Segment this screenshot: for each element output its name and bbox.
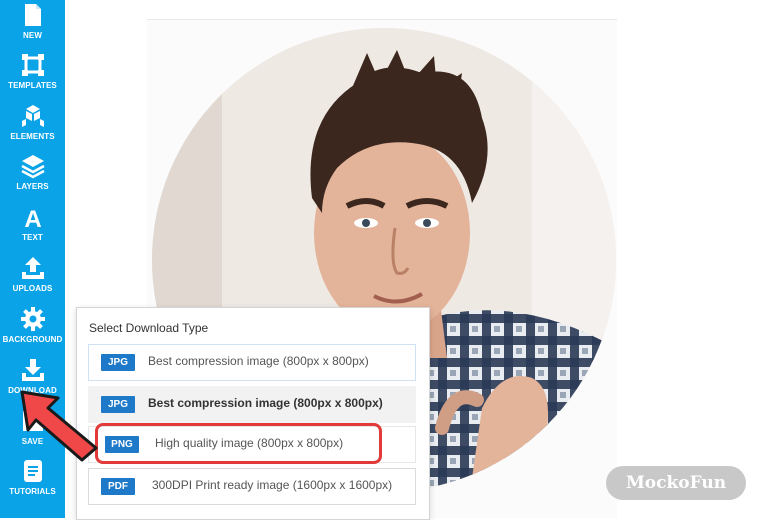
option-label: Best compression image (800px x 800px) — [148, 396, 383, 410]
format-badge: PDF — [101, 478, 135, 495]
text-icon: A — [24, 206, 41, 230]
sidebar-item-label: ELEMENTS — [10, 132, 55, 141]
download-option-pdf[interactable]: PDF 300DPI Print ready image (1600px x 1… — [88, 468, 416, 505]
gear-icon — [20, 307, 45, 331]
templates-icon — [21, 54, 44, 76]
png-option-highlight — [95, 423, 382, 464]
upload-icon — [21, 257, 44, 279]
sidebar-item-uploads[interactable]: UPLOADS — [0, 255, 65, 305]
elements-icon — [21, 105, 44, 127]
sidebar-item-label: TEMPLATES — [8, 81, 57, 90]
sidebar-item-label: TEXT — [22, 233, 43, 242]
format-badge: JPG — [101, 354, 135, 371]
sidebar-item-tutorials[interactable]: TUTORIALS — [0, 458, 65, 508]
sidebar-item-label: BACKGROUND — [2, 335, 63, 344]
svg-text:A: A — [24, 206, 41, 230]
download-option-jpg-hover[interactable]: JPG Best compression image (800px x 800p… — [88, 386, 416, 423]
watermark-logo: MockoFun — [606, 466, 746, 500]
sidebar-item-background[interactable]: BACKGROUND — [0, 306, 65, 356]
new-file-icon — [24, 4, 41, 26]
layers-icon — [20, 155, 45, 179]
sidebar-item-text[interactable]: A TEXT — [0, 204, 65, 254]
sidebar-item-elements[interactable]: ELEMENTS — [0, 103, 65, 153]
sidebar-item-label: UPLOADS — [12, 284, 53, 293]
sidebar-item-new[interactable]: NEW — [0, 2, 65, 52]
sidebar-item-label: LAYERS — [16, 182, 49, 191]
download-option-jpg[interactable]: JPG Best compression image (800px x 800p… — [88, 344, 416, 381]
option-label: Best compression image (800px x 800px) — [148, 354, 369, 368]
menu-title: Select Download Type — [89, 321, 209, 335]
download-type-menu: Select Download Type JPG Best compressio… — [76, 307, 430, 520]
download-icon — [21, 359, 44, 381]
sidebar-item-layers[interactable]: LAYERS — [0, 153, 65, 203]
sidebar-item-templates[interactable]: TEMPLATES — [0, 52, 65, 102]
annotation-arrow-icon — [20, 390, 98, 462]
sidebar-item-label: TUTORIALS — [9, 487, 56, 496]
option-label: 300DPI Print ready image (1600px x 1600p… — [152, 478, 393, 492]
sidebar-item-label: NEW — [23, 31, 42, 40]
format-badge: JPG — [101, 396, 135, 413]
